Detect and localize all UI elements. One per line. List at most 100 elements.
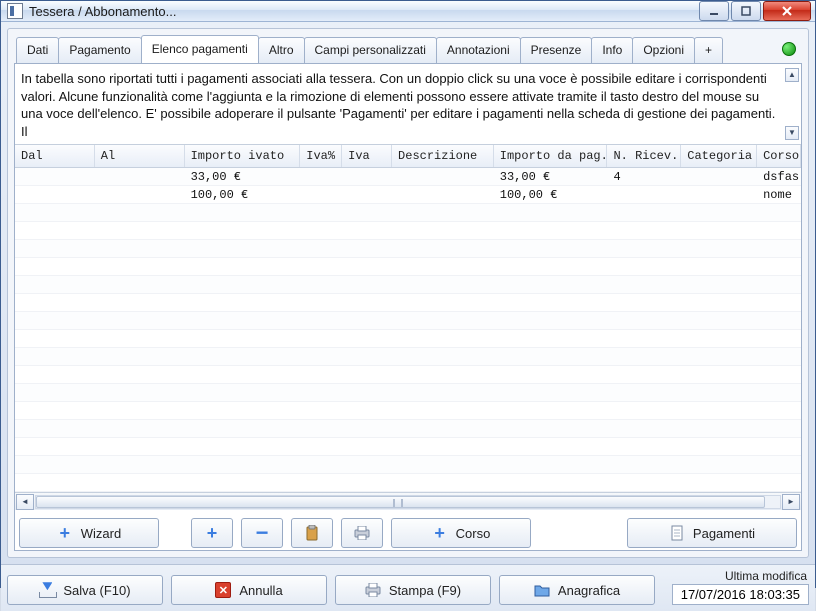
cell-nric: 4 — [607, 169, 681, 185]
maximize-button[interactable] — [731, 1, 761, 21]
cell-desc — [392, 194, 494, 196]
table-row-empty[interactable] — [15, 330, 801, 348]
tab-elenco-pagamenti[interactable]: Elenco pagamenti — [141, 35, 259, 63]
cell-dal — [15, 176, 95, 178]
table-row-empty[interactable] — [15, 366, 801, 384]
plus-icon: + — [432, 525, 448, 541]
tab-campi-personalizzati[interactable]: Campi personalizzati — [304, 37, 437, 63]
cell-importo: 100,00 € — [185, 187, 301, 203]
table-row-empty[interactable] — [15, 438, 801, 456]
pagamenti-label: Pagamenti — [693, 526, 755, 541]
title-bar[interactable]: Tessera / Abbonamento... — [1, 1, 815, 22]
cell-desc — [392, 176, 494, 178]
scroll-left-icon[interactable]: ◄ — [16, 494, 34, 510]
table-row-empty[interactable] — [15, 204, 801, 222]
table-row-empty[interactable] — [15, 312, 801, 330]
printer-icon — [354, 525, 370, 541]
printer-icon — [365, 582, 381, 598]
add-button[interactable]: + — [191, 518, 233, 548]
clipboard-icon — [304, 525, 320, 541]
col-corso[interactable]: Corso — [757, 145, 801, 167]
scrollbar-thumb[interactable] — [36, 496, 765, 508]
tab-altro[interactable]: Altro — [258, 37, 305, 63]
col-importo-ivato[interactable]: Importo ivato — [185, 145, 301, 167]
cancel-button[interactable]: ✕ Annulla — [171, 575, 327, 605]
anagrafica-button[interactable]: Anagrafica — [499, 575, 655, 605]
print-button[interactable]: Stampa (F9) — [335, 575, 491, 605]
cell-corso: dsfas — [757, 169, 801, 185]
scroll-down-icon[interactable]: ▼ — [785, 126, 799, 140]
table-row-empty[interactable] — [15, 348, 801, 366]
remove-button[interactable]: − — [241, 518, 283, 548]
table-row-empty[interactable] — [15, 384, 801, 402]
close-button[interactable] — [763, 1, 811, 21]
table-row[interactable]: 100,00 €100,00 €nome — [15, 186, 801, 204]
col-al[interactable]: Al — [95, 145, 185, 167]
col-importo-da-pag[interactable]: Importo da pag. — [494, 145, 608, 167]
help-text-area: In tabella sono riportati tutti i pagame… — [15, 64, 801, 144]
help-text: In tabella sono riportati tutti i pagame… — [21, 71, 775, 139]
table-row-empty[interactable] — [15, 240, 801, 258]
cell-imppag: 33,00 € — [494, 169, 608, 185]
last-modified-label: Ultima modifica — [672, 569, 809, 583]
payments-grid[interactable]: Dal Al Importo ivato Iva% Iva Descrizion… — [15, 144, 801, 510]
cell-cat — [681, 176, 757, 178]
scroll-right-icon[interactable]: ► — [782, 494, 800, 510]
col-iva[interactable]: Iva — [342, 145, 392, 167]
tab-info[interactable]: Info — [591, 37, 633, 63]
scrollbar-track[interactable] — [35, 495, 781, 509]
client-area: DatiPagamentoElenco pagamentiAltroCampi … — [7, 28, 809, 558]
table-row-empty[interactable] — [15, 258, 801, 276]
panel-button-row: + Wizard + − + Corso — [15, 510, 801, 550]
tab-pagamento[interactable]: Pagamento — [58, 37, 141, 63]
cell-ivap — [300, 194, 342, 196]
corso-button[interactable]: + Corso — [391, 518, 531, 548]
tab-annotazioni[interactable]: Annotazioni — [436, 37, 521, 63]
cancel-icon: ✕ — [215, 582, 231, 598]
table-row-empty[interactable] — [15, 456, 801, 474]
table-row-empty[interactable] — [15, 420, 801, 438]
footer-right: Ultima modifica 17/07/2016 18:03:35 — [672, 569, 809, 605]
scroll-up-icon[interactable]: ▲ — [785, 68, 799, 82]
print-small-button[interactable] — [341, 518, 383, 548]
grid-body[interactable]: 33,00 €33,00 €4dsfas100,00 €100,00 €nome — [15, 168, 801, 492]
help-scrollbar[interactable]: ▲ ▼ — [785, 68, 799, 140]
horizontal-scrollbar[interactable]: ◄ ► — [15, 492, 801, 510]
table-row-empty[interactable] — [15, 276, 801, 294]
table-row-empty[interactable] — [15, 222, 801, 240]
table-row[interactable]: 33,00 €33,00 €4dsfas — [15, 168, 801, 186]
table-row-empty[interactable] — [15, 402, 801, 420]
tab-dati[interactable]: Dati — [16, 37, 59, 63]
tab-presenze[interactable]: Presenze — [520, 37, 593, 63]
grid-header[interactable]: Dal Al Importo ivato Iva% Iva Descrizion… — [15, 145, 801, 168]
status-indicator-icon — [782, 42, 796, 56]
minimize-button[interactable] — [699, 1, 729, 21]
cancel-label: Annulla — [239, 583, 282, 598]
tab-opzioni[interactable]: Opzioni — [632, 37, 695, 63]
col-dal[interactable]: Dal — [15, 145, 95, 167]
col-categoria[interactable]: Categoria — [681, 145, 757, 167]
table-row-empty[interactable] — [15, 474, 801, 492]
cell-al — [95, 176, 185, 178]
document-icon — [669, 525, 685, 541]
app-icon — [7, 3, 23, 19]
plus-icon: + — [204, 525, 220, 541]
plus-icon: + — [57, 525, 73, 541]
col-iva-percent[interactable]: Iva% — [300, 145, 342, 167]
clipboard-button[interactable] — [291, 518, 333, 548]
table-row-empty[interactable] — [15, 294, 801, 312]
print-label: Stampa (F9) — [389, 583, 461, 598]
window-title: Tessera / Abbonamento... — [29, 4, 699, 19]
wizard-button[interactable]: + Wizard — [19, 518, 159, 548]
col-descrizione[interactable]: Descrizione — [392, 145, 494, 167]
tab--[interactable]: + — [694, 37, 723, 63]
col-n-ricev[interactable]: N. Ricev. — [607, 145, 681, 167]
pagamenti-button[interactable]: Pagamenti — [627, 518, 797, 548]
save-button[interactable]: Salva (F10) — [7, 575, 163, 605]
maximize-icon — [741, 6, 751, 16]
timestamp-box: 17/07/2016 18:03:35 — [672, 584, 809, 605]
cell-cat — [681, 194, 757, 196]
anagrafica-label: Anagrafica — [558, 583, 620, 598]
cell-ivap — [300, 176, 342, 178]
folder-icon — [534, 582, 550, 598]
